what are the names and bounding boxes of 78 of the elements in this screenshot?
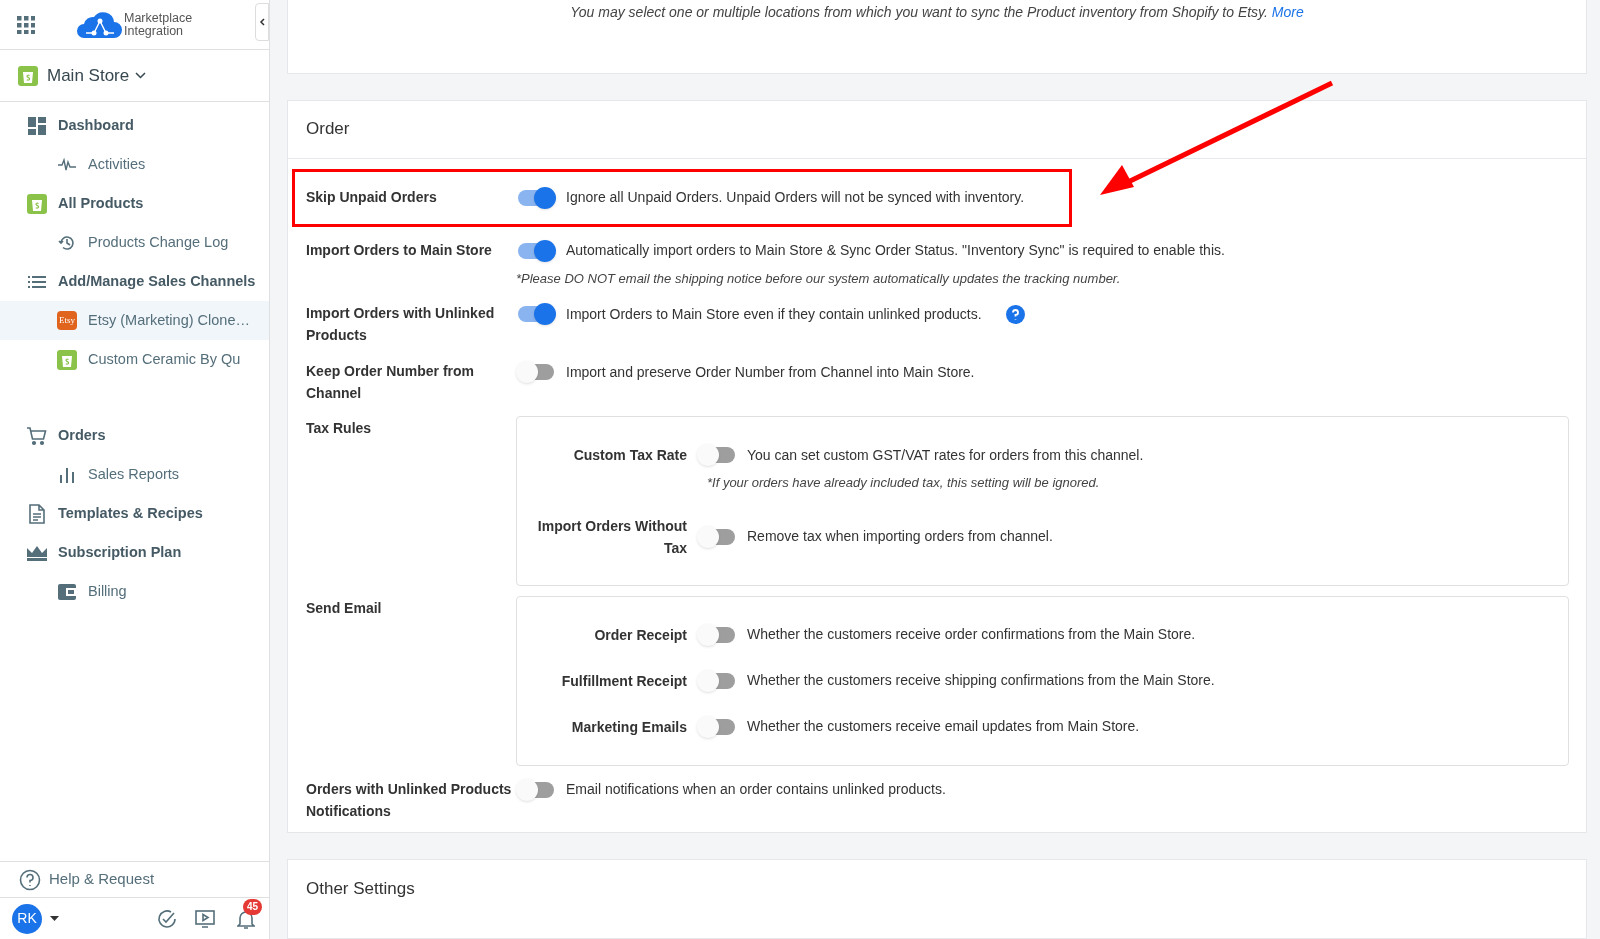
notification-count: 45	[243, 898, 263, 915]
toggle-switch[interactable]	[516, 360, 556, 385]
crown-icon	[26, 544, 48, 561]
cart-icon	[26, 425, 48, 446]
setting-description: Whether the customers receive shipping confirmations from the Main Store.	[747, 671, 1215, 691]
logo-text: Integration	[124, 24, 184, 38]
nav-item[interactable]: All Products	[0, 184, 269, 223]
nav-subitem[interactable]: Products Change Log	[0, 223, 269, 262]
history-icon	[58, 233, 76, 252]
section-label: Tax Rules	[306, 419, 373, 439]
setting-description: Import and preserve Order Number from Channel into Main Store.	[566, 362, 975, 382]
section-label: Send Email	[306, 598, 383, 618]
setting-description: Ignore all Unpaid Orders. Unpaid Orders will not be synced with inventory.	[566, 188, 1025, 208]
etsy-badge: Etsy	[57, 310, 77, 331]
shopping-bag-icon	[26, 192, 48, 215]
collapse-button[interactable]	[255, 3, 269, 41]
toggle-switch[interactable]	[516, 238, 556, 263]
pulse-icon	[58, 157, 76, 172]
help-icon[interactable]	[1005, 304, 1025, 324]
setting-label: Import Orders Without Tax	[536, 516, 687, 558]
toggle-switch[interactable]	[516, 777, 556, 802]
list-icon	[28, 274, 46, 289]
toggle-switch[interactable]	[697, 443, 737, 468]
more-link[interactable]: More	[1271, 4, 1304, 20]
intro-text: You may select one or multiple locations from which you want to sync the Product inventory from Shopify to Etsy. More	[569, 3, 1305, 22]
setting-label: Orders with Unlinked Products Notifications	[306, 779, 513, 821]
setting-description: You can set custom GST/VAT rates for orders from this channel.	[747, 445, 1144, 465]
bar-chart-icon	[59, 466, 75, 483]
section-title: Other Settings	[306, 878, 416, 901]
toggle-switch[interactable]	[516, 302, 556, 327]
chevron-left-icon	[259, 18, 265, 26]
shopping-bag-icon	[17, 64, 39, 87]
document-icon	[29, 503, 45, 524]
setting-description: Automatically import orders to Main Store & Sync Order Status. "Inventory Sync" is required to enable this.	[566, 241, 1225, 261]
setting-label: Keep Order Number from Channel	[306, 362, 476, 404]
setting-label: Marketing Emails	[570, 717, 687, 737]
nav-subitem[interactable]: Custom Ceramic By Qu	[0, 340, 269, 379]
dashboard-icon	[28, 116, 46, 135]
setting-label: Import Orders with Unlinked Products	[306, 304, 496, 346]
cloud-logo-icon	[76, 10, 122, 39]
nav-item[interactable]: Orders	[0, 416, 269, 455]
setting-note: *If your orders have already included tax, this setting will be ignored.	[707, 474, 1101, 493]
setting-description: Whether the customers receive email updates from Main Store.	[747, 717, 1140, 737]
nav-item[interactable]: Add/Manage Sales Channels	[0, 262, 269, 301]
nav-item[interactable]: Dashboard	[0, 106, 269, 145]
apps-grid-icon[interactable]	[17, 15, 35, 34]
nav-subitem[interactable]: Etsy Etsy (Marketing) Clone…	[0, 301, 269, 340]
wallet-icon	[58, 583, 76, 600]
toggle-switch[interactable]	[697, 524, 737, 549]
setting-description: Email notifications when an order contains unlinked products.	[566, 780, 946, 800]
toggle-switch[interactable]	[516, 185, 556, 210]
nav-subitem[interactable]: Billing	[0, 572, 269, 611]
nav-subitem[interactable]: Activities	[0, 145, 269, 184]
toggle-switch[interactable]	[697, 668, 737, 693]
setting-label: Order Receipt	[593, 625, 687, 645]
nav-subitem[interactable]: Sales Reports	[0, 455, 269, 494]
setting-description: Remove tax when importing orders from channel.	[747, 527, 1053, 547]
chevron-down-icon	[135, 72, 147, 79]
setting-description: Import Orders to Main Store even if they contain unlinked products.	[566, 304, 982, 324]
nav-item[interactable]: Subscription Plan	[0, 533, 269, 572]
shopping-bag-icon	[56, 348, 78, 371]
help-icon	[19, 868, 41, 891]
help-link[interactable]: Help & Request	[49, 868, 155, 891]
toggle-switch[interactable]	[697, 714, 737, 739]
section-title: Order	[306, 118, 350, 141]
setting-label: Skip Unpaid Orders	[306, 187, 438, 207]
video-icon[interactable]	[195, 909, 215, 928]
caret-icon[interactable]	[50, 916, 59, 921]
nav-item[interactable]: Templates & Recipes	[0, 494, 269, 533]
logo-text: Marketplace	[124, 11, 193, 25]
user-avatar[interactable]: RK	[12, 903, 42, 934]
store-selector[interactable]: Main Store	[47, 62, 147, 89]
setting-label: Custom Tax Rate	[572, 446, 687, 466]
setting-label: Import Orders to Main Store	[306, 240, 493, 260]
setting-note: *Please DO NOT email the shipping notice before our system automatically updates the tracking number.	[516, 269, 1122, 288]
setting-label: Fulfillment Receipt	[560, 671, 687, 691]
toggle-switch[interactable]	[697, 622, 737, 647]
setting-description: Whether the customers receive order confirmations from the Main Store.	[747, 625, 1196, 645]
